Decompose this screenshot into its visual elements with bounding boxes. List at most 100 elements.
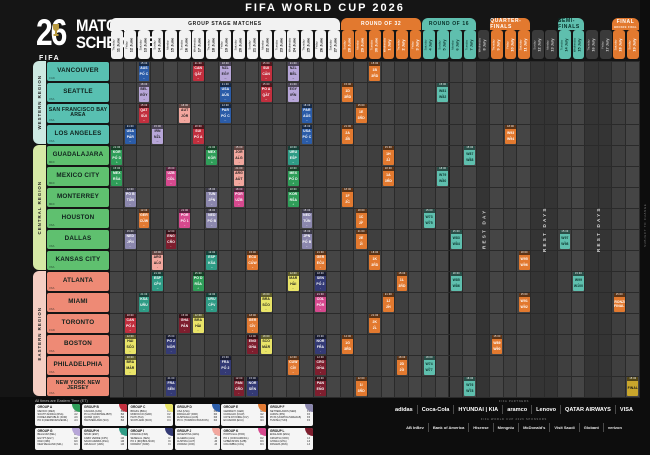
rest-label: REST DAYS (542, 206, 548, 252)
match-schedule-poster: FIFA WORLD CUP 2026 26 FIFA MATCH SCHEDU… (0, 0, 650, 455)
stage-banner-final: FINAL BRONZE FINAL (612, 18, 639, 30)
date-capsule: Sunday 12 July (531, 30, 544, 59)
date-capsule: Wednesday 8 July (477, 30, 490, 59)
date-capsule: Tuesday 30 June (368, 30, 381, 59)
match-cell: 12:00 GER v CUW E (138, 209, 150, 228)
date-capsule: Thursday 18 June (205, 30, 218, 59)
separator (518, 423, 520, 432)
date-capsule: Friday 3 July (409, 30, 422, 59)
match-cell: 18:00 2D v 2G (396, 356, 408, 375)
city-cell-seattle: SEATTLE USA (47, 82, 109, 102)
separator (560, 405, 562, 414)
date-capsule: Friday 12 June (124, 30, 137, 59)
match-cell: 18:00 USA v PO CD (301, 125, 313, 144)
region-strip-western: WESTERN REGION (33, 61, 46, 144)
sponsor-logo-aramco: aramco (507, 406, 528, 413)
match-cell: 12:00 ENG v CRO L (165, 230, 177, 249)
separator (531, 405, 533, 414)
times-note: All times are Eastern Time (ET) (35, 399, 88, 403)
match-cell: 18:00 W79 v W80 (437, 167, 449, 186)
match-cell: 21:00 MEX v KOR A (206, 146, 218, 165)
match-cell: 18:00 SUI v PO AB (192, 125, 204, 144)
match-cell: 15:00 NED v TUN F (301, 209, 313, 228)
match-cell: 15:00 W83 v W84 (450, 230, 462, 249)
match-cell: 15:00 W81 v W82 (437, 83, 449, 102)
match-cell: 15:00 TUN v JPN F (206, 188, 218, 207)
rest-label: REST DAYS (596, 206, 602, 252)
date-capsule: Monday 29 June (355, 30, 368, 59)
match-cell: 18:00 1F v 2C (342, 188, 354, 207)
grid-line (110, 397, 640, 398)
separator (453, 405, 455, 414)
date-capsule: Saturday 18 July (613, 30, 626, 59)
match-cell: 21:00 1J v 2H (383, 293, 394, 312)
match-cell: 15:00 NOR v FRA I (315, 335, 326, 354)
page-title: FIFA WORLD CUP 2026 (245, 2, 405, 14)
separator (578, 423, 580, 432)
match-cell: 18:00 W85 v W86 (450, 272, 462, 291)
match-cell: 15:00 PO Av QAT B (260, 83, 272, 102)
stage-banner-sf: SEMI-FINALS (558, 18, 585, 30)
match-cell: 18:00 UZB v COL K (165, 167, 177, 186)
match-cell: 15:00 PAN v ENG L (315, 377, 326, 396)
date-capsule: Friday 26 June (314, 30, 327, 59)
sponsor-logo-globant: Globant (583, 425, 599, 430)
region-strip-central: CENTRAL REGION (33, 145, 46, 270)
date-capsule: Wednesday 17 June (192, 30, 205, 59)
match-cell: 21:00 COL v POR K (315, 293, 326, 312)
city-cell-atlanta: ATLANTA USA (47, 271, 109, 291)
match-cell: 15:00 W97 v W98 (559, 230, 571, 249)
match-cell: 12:00 MAR v HAI C (287, 272, 299, 291)
match-cell: 15:00 QAT v SUI B (138, 104, 150, 123)
sponsor-logo-qatar-airways: QATAR AIRWAYS (565, 406, 611, 413)
date-capsule: Saturday 20 June (233, 30, 245, 59)
group-card-k: GROUP KPORTUGAL (POR)K1PO 1 (COD/JAM/NCL… (221, 427, 266, 450)
match-cell: 15:00 PO 2 v NOR I (165, 335, 177, 354)
city-cell-san-francisco-bay-area: SAN FRANCISCO BAY AREA USA (47, 103, 109, 123)
date-capsule: Monday 15 June (165, 30, 177, 59)
match-cell: 18:00 BEL v EGY G (138, 83, 150, 102)
separator (614, 405, 616, 414)
match-cell: 18:00 AUT v JOR J (179, 104, 191, 123)
date-capsule: Wednesday 24 June (287, 30, 300, 59)
match-cell: 12:00 PAR v PO CD (220, 104, 231, 123)
group-card-f: GROUP F NETHERLANDS (NED) F1 JAPAN (JPN) F2 P… (267, 404, 313, 426)
date-capsule: Saturday 27 June (328, 30, 340, 59)
date-capsule: Tuesday 16 June (178, 30, 191, 59)
match-cell: 12:00 CRO v GHA L (315, 356, 326, 375)
grid-line (110, 145, 640, 146)
match-cell: 21:00 KSA v URU H (138, 293, 150, 312)
group-card-a: GROUP A MEXICO (MEX) A1 SOUTH AFRICA (RSA) A… (35, 404, 80, 426)
match-cell: 12:00 ESP v KSA H (206, 251, 218, 270)
stage-banner-r32: ROUND OF 32 (340, 18, 422, 30)
match-cell: 15:00 JPN v PO BF (301, 230, 313, 249)
date-capsule: Thursday 25 June (301, 30, 313, 59)
separator (468, 423, 470, 432)
city-cell-dallas: DALLAS USA (47, 229, 109, 249)
match-cell: 18:00 W76 v W78 (464, 377, 476, 396)
match-cell: 18:00 ARG v ALG J (152, 251, 163, 270)
date-capsule: Tuesday 7 July (463, 30, 476, 59)
separator (416, 405, 418, 414)
sponsor-logo-visa: VISA (619, 406, 633, 413)
date-capsule: Thursday 9 July (491, 30, 503, 59)
match-cell: 12:00 HAI v SCO C (124, 335, 136, 354)
match-cell: 18:00 BRA v MAR C (124, 356, 136, 375)
city-cell-philadelphia: PHILADELPHIA USA (47, 355, 109, 375)
trophy-icon (53, 24, 59, 36)
match-cell: 12:00 1G v 3RD (342, 335, 354, 354)
date-capsule: Wednesday 1 July (382, 30, 395, 59)
match-cell: 15:00 1B v 3RD (369, 62, 381, 81)
match-cell: 15:00 MEX v RSA A (111, 167, 123, 186)
match-cell: 15:00 NED v JPN F (124, 230, 136, 249)
match-cell: 15:00 1D v 3RD (342, 83, 354, 102)
group-card-b: GROUP B CANADA (CAN) B1 PO A (ITA/NIR/WAL/B… (81, 404, 127, 426)
match-cell: 21:00 KOR v PO DA (111, 146, 123, 165)
match-cell: 18:00 POR v UZB K (233, 188, 245, 207)
match-cell: 15:00 1L v 3RD (396, 272, 408, 291)
date-capsule: Thursday 11 June (110, 30, 123, 59)
match-cell: 21:00 2K v 2L (369, 314, 381, 333)
group-card-d: GROUP D USA (USA) D1 PARAGUAY (PAR) D2 AUSTRA… (174, 404, 220, 426)
match-cell: 18:00 NZL v EGY G (220, 62, 231, 81)
date-capsule: Sunday 19 July (626, 30, 639, 59)
